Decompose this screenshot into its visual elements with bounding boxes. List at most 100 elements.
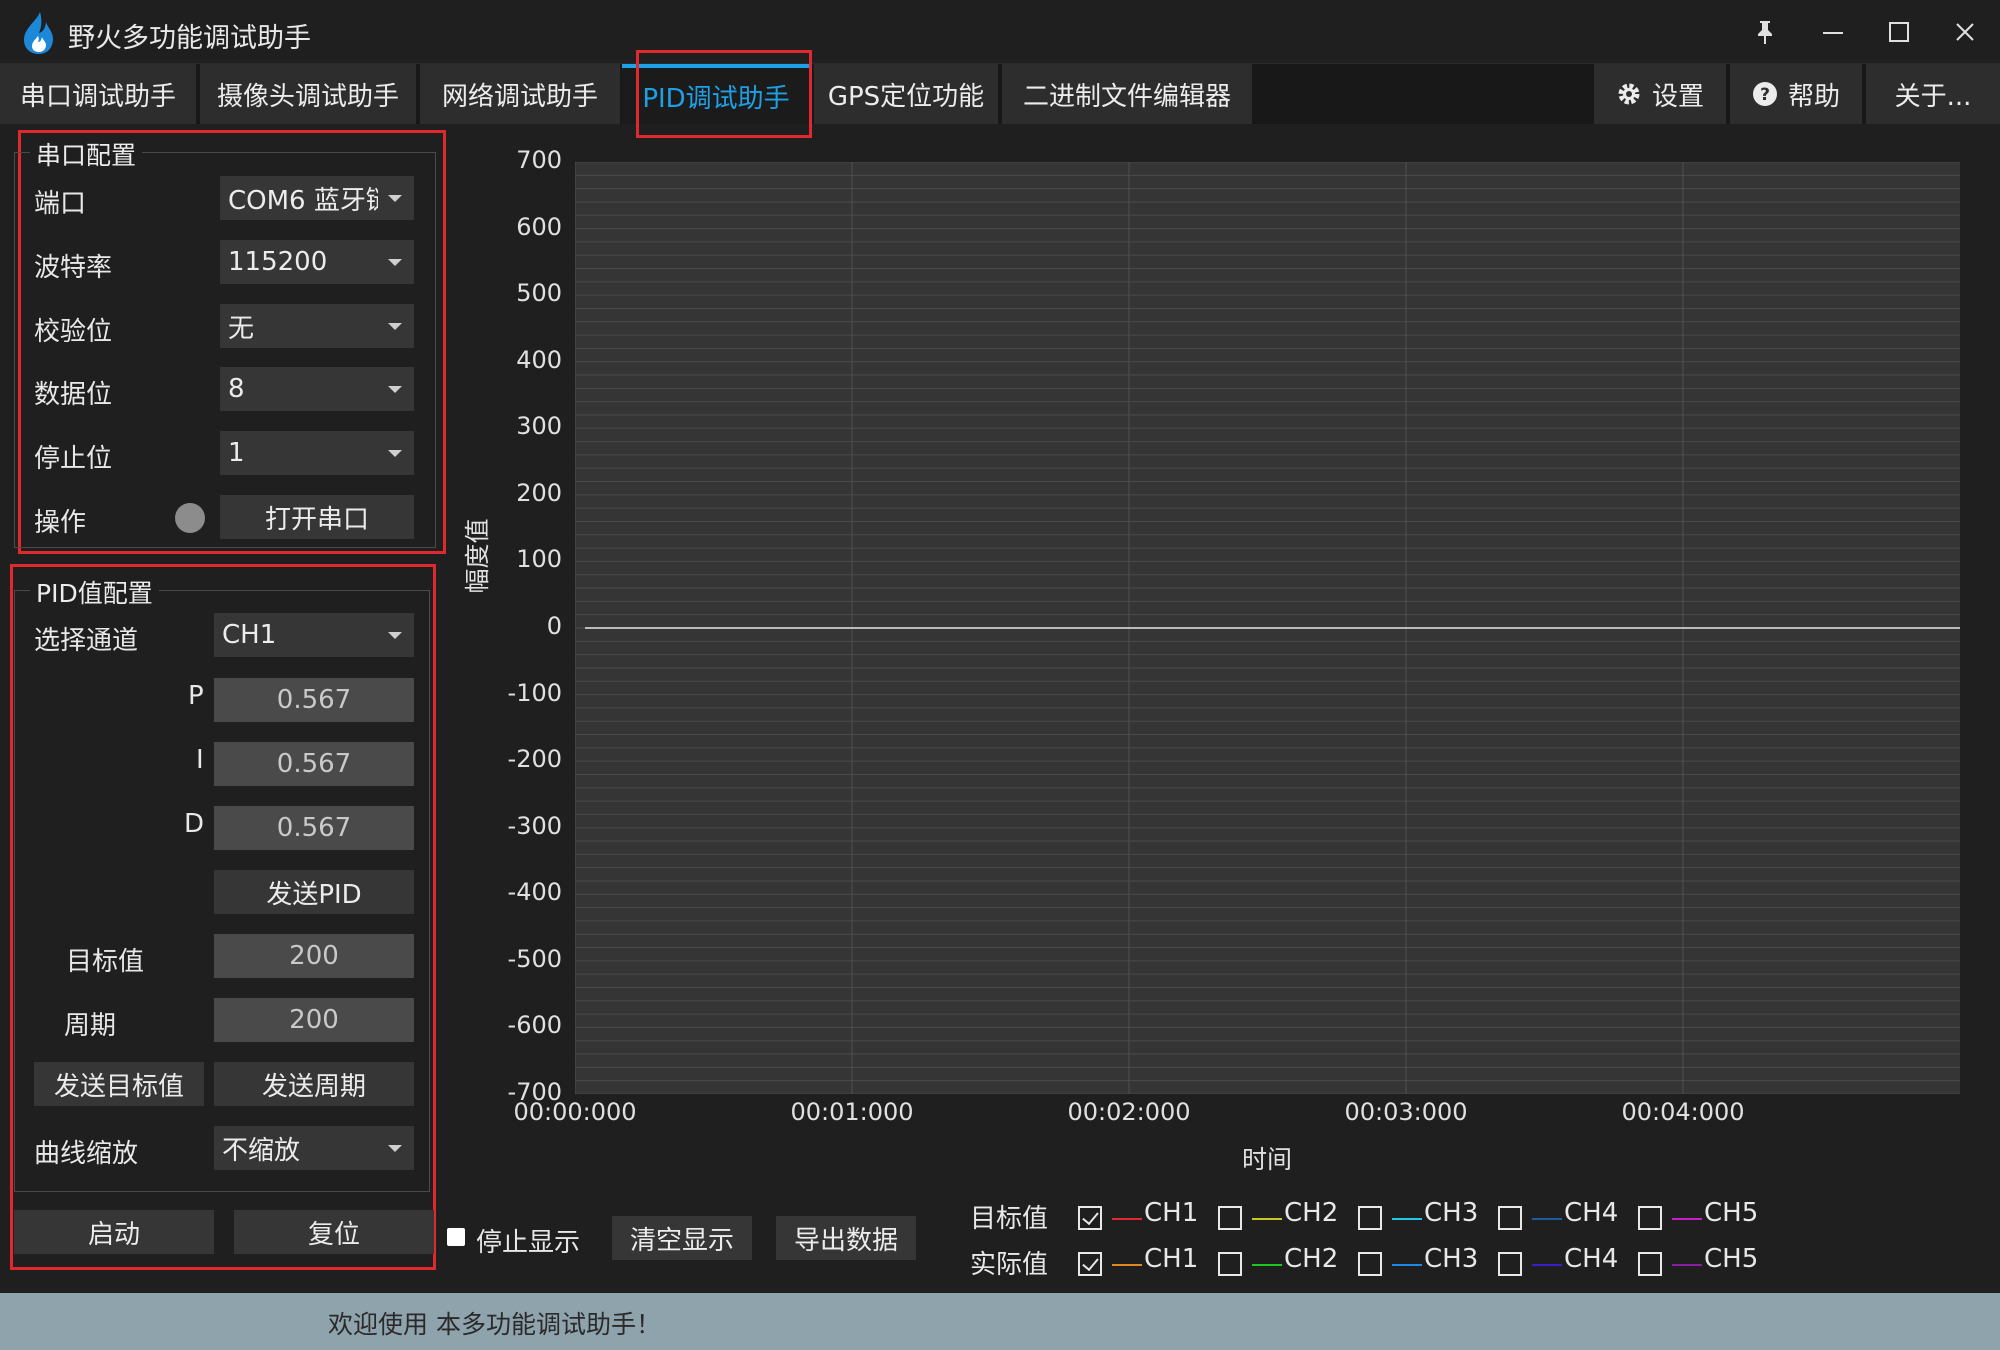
- reset-button[interactable]: 复位: [234, 1210, 434, 1254]
- operation-label: 操作: [34, 508, 87, 538]
- y-tick-label: 600: [516, 212, 562, 241]
- x-tick-label: 00:02:000: [1067, 1098, 1191, 1126]
- chevron-down-icon: [388, 323, 402, 330]
- i-label: I: [196, 745, 204, 775]
- port-select[interactable]: COM6 蓝牙链接上的标准串行: [220, 176, 414, 220]
- status-led-icon: [175, 503, 205, 533]
- channel-select[interactable]: CH1: [214, 613, 414, 657]
- pin-icon: [1758, 21, 1772, 44]
- parity-label: 校验位: [34, 317, 113, 347]
- target-ch5-label: CH5: [1704, 1198, 1759, 1228]
- maximize-button[interactable]: [1874, 10, 1924, 54]
- actual-ch4-checkbox[interactable]: [1498, 1252, 1522, 1276]
- target-ch3-checkbox[interactable]: [1358, 1206, 1382, 1230]
- chevron-down-icon: [388, 195, 402, 202]
- close-icon: [1956, 23, 1974, 41]
- x-tick-label: 00:00:000: [513, 1098, 637, 1126]
- start-button[interactable]: 启动: [14, 1210, 214, 1254]
- target-row-label: 目标值: [970, 1204, 1049, 1234]
- serial-config-title: 串口配置: [30, 136, 143, 172]
- settings-tab[interactable]: 设置: [1594, 64, 1726, 124]
- target-ch1-checkbox[interactable]: [1078, 1206, 1102, 1230]
- amplitude-chart: [574, 161, 1960, 1095]
- target-ch4-color-swatch: [1532, 1218, 1562, 1220]
- tab-binary-editor[interactable]: 二进制文件编辑器: [1002, 64, 1252, 124]
- tab-network-debug[interactable]: 网络调试助手: [420, 64, 620, 124]
- period-label: 周期: [64, 1011, 117, 1041]
- app-title: 野火多功能调试助手: [68, 23, 311, 54]
- actual-ch5-label: CH5: [1704, 1244, 1759, 1274]
- p-value-field[interactable]: 0.567: [214, 678, 414, 722]
- minimize-icon: [1823, 32, 1843, 34]
- d-value-field[interactable]: 0.567: [214, 806, 414, 850]
- clear-display-button[interactable]: 清空显示: [612, 1216, 752, 1260]
- main-tab-bar: 串口调试助手 摄像头调试助手 网络调试助手 PID调试助手 GPS定位功能 二进…: [0, 64, 2000, 124]
- stop-display-label: 停止显示: [476, 1228, 581, 1258]
- y-tick-label: 400: [516, 345, 562, 374]
- minimize-button[interactable]: [1808, 10, 1858, 54]
- baud-label: 波特率: [34, 253, 113, 283]
- parity-select[interactable]: 无: [220, 304, 414, 348]
- stopbits-select[interactable]: 1: [220, 431, 414, 475]
- y-tick-label: 100: [516, 545, 562, 574]
- chevron-down-icon: [388, 386, 402, 393]
- p-label: P: [188, 681, 204, 711]
- target-ch3-label: CH3: [1424, 1198, 1479, 1228]
- actual-ch2-checkbox[interactable]: [1218, 1252, 1242, 1276]
- send-period-button[interactable]: 发送周期: [214, 1062, 414, 1106]
- send-pid-button[interactable]: 发送PID: [214, 870, 414, 914]
- target-ch2-checkbox[interactable]: [1218, 1206, 1242, 1230]
- period-value-field[interactable]: 200: [214, 998, 414, 1042]
- actual-ch5-color-swatch: [1672, 1264, 1702, 1266]
- actual-ch3-color-swatch: [1392, 1264, 1422, 1266]
- y-tick-label: -600: [507, 1011, 562, 1040]
- target-ch2-label: CH2: [1284, 1198, 1339, 1228]
- question-circle-icon: ?: [1752, 81, 1778, 107]
- y-tick-label: -100: [507, 678, 562, 707]
- help-tab[interactable]: ? 帮助: [1730, 64, 1862, 124]
- target-value-field[interactable]: 200: [214, 934, 414, 978]
- y-tick-label: -200: [507, 745, 562, 774]
- actual-ch3-checkbox[interactable]: [1358, 1252, 1382, 1276]
- y-tick-label: -300: [507, 811, 562, 840]
- actual-ch5-checkbox[interactable]: [1638, 1252, 1662, 1276]
- x-axis-title: 时间: [1242, 1145, 1293, 1174]
- actual-ch4-label: CH4: [1564, 1244, 1619, 1274]
- actual-ch3-label: CH3: [1424, 1244, 1479, 1274]
- i-value-field[interactable]: 0.567: [214, 742, 414, 786]
- export-data-button[interactable]: 导出数据: [776, 1216, 916, 1260]
- zoom-select[interactable]: 不缩放: [214, 1126, 414, 1170]
- actual-row-label: 实际值: [970, 1250, 1049, 1280]
- target-ch2-color-swatch: [1252, 1218, 1282, 1220]
- actual-ch4-color-swatch: [1532, 1264, 1562, 1266]
- tab-pid-debug[interactable]: PID调试助手: [622, 64, 810, 124]
- close-button[interactable]: [1940, 10, 1990, 54]
- databits-select[interactable]: 8: [220, 367, 414, 411]
- target-ch5-checkbox[interactable]: [1638, 1206, 1662, 1230]
- x-tick-label: 00:03:000: [1344, 1098, 1468, 1126]
- baud-select[interactable]: 115200: [220, 240, 414, 284]
- actual-ch1-checkbox[interactable]: [1078, 1252, 1102, 1276]
- tab-gps[interactable]: GPS定位功能: [814, 64, 998, 124]
- x-tick-label: 00:01:000: [790, 1098, 914, 1126]
- settings-label: 设置: [1651, 81, 1704, 112]
- open-serial-button[interactable]: 打开串口: [220, 495, 414, 539]
- send-target-button[interactable]: 发送目标值: [34, 1062, 204, 1106]
- y-tick-label: -500: [507, 944, 562, 973]
- y-tick-label: 200: [516, 478, 562, 507]
- tab-serial-debug[interactable]: 串口调试助手: [0, 64, 196, 124]
- y-tick-label: 700: [516, 146, 562, 174]
- tab-camera-debug[interactable]: 摄像头调试助手: [200, 64, 416, 124]
- y-tick-label: 500: [516, 279, 562, 308]
- target-ch3-color-swatch: [1392, 1218, 1422, 1220]
- gear-icon: [1616, 81, 1642, 107]
- stop-display-checkbox[interactable]: [447, 1228, 465, 1246]
- target-label: 目标值: [66, 947, 145, 977]
- status-bar: 欢迎使用 本多功能调试助手！: [0, 1293, 2000, 1350]
- databits-label: 数据位: [34, 380, 113, 410]
- pin-button[interactable]: [1740, 10, 1790, 54]
- target-ch4-checkbox[interactable]: [1498, 1206, 1522, 1230]
- svg-text:?: ?: [1760, 85, 1770, 105]
- about-tab[interactable]: 关于...: [1866, 64, 2000, 124]
- actual-ch1-color-swatch: [1112, 1264, 1142, 1266]
